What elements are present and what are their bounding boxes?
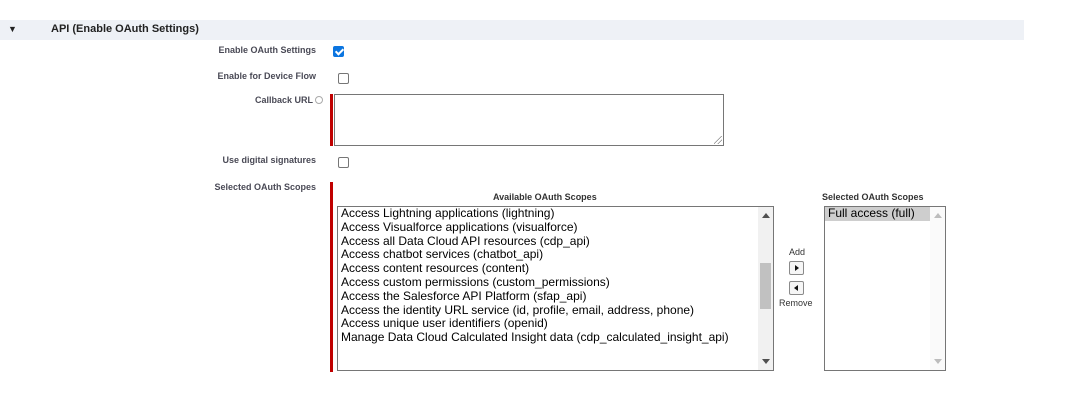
selected-scopes-title: Selected OAuth Scopes	[822, 192, 924, 202]
scope-option[interactable]: Manage Data Cloud Calculated Insight dat…	[338, 330, 773, 345]
scope-option[interactable]: Access chatbot services (chatbot_api)	[338, 248, 773, 262]
scope-option[interactable]: Access content resources (content)	[338, 261, 773, 276]
available-scopes-title: Available OAuth Scopes	[493, 192, 597, 202]
callback-url-label: Callback URL	[254, 95, 313, 105]
available-scopes-listbox[interactable]: Access Lightning applications (lightning…	[337, 206, 774, 371]
scope-option[interactable]: Access all Data Cloud API resources (cdp…	[338, 234, 773, 249]
digital-signatures-label: Use digital signatures	[222, 155, 316, 165]
scope-option[interactable]: Access custom permissions (custom_permis…	[338, 275, 773, 290]
enable-oauth-checkbox[interactable]	[333, 46, 344, 57]
scroll-up-icon[interactable]	[762, 213, 770, 218]
scroll-down-icon[interactable]	[762, 359, 770, 364]
selected-scopes-options: Full access (full)	[825, 207, 945, 221]
scroll-thumb[interactable]	[760, 263, 771, 309]
scope-option[interactable]: Access the identity URL service (id, pro…	[338, 303, 773, 318]
collapse-toggle-icon[interactable]: ▼	[8, 24, 17, 34]
digital-signatures-checkbox[interactable]	[338, 157, 349, 168]
info-icon[interactable]	[315, 95, 323, 104]
section-title: API (Enable OAuth Settings)	[51, 23, 199, 35]
callback-url-textarea[interactable]	[334, 94, 724, 146]
scroll-up-icon	[934, 213, 942, 218]
available-scopes-scrollbar[interactable]	[758, 207, 773, 370]
add-label: Add	[789, 247, 806, 257]
available-scopes-options: Access Lightning applications (lightning…	[338, 207, 773, 345]
remove-button[interactable]	[789, 281, 804, 295]
selected-scopes-scrollbar	[930, 207, 945, 370]
scope-option[interactable]: Access Visualforce applications (visualf…	[338, 220, 773, 235]
oauth-scopes-label: Selected OAuth Scopes	[214, 182, 316, 192]
arrow-right-icon	[795, 265, 799, 271]
selected-scopes-listbox[interactable]: Full access (full)	[824, 206, 946, 371]
remove-label: Remove	[779, 298, 813, 308]
section-header: ▼ API (Enable OAuth Settings)	[0, 20, 1024, 40]
arrow-left-icon	[794, 285, 798, 291]
resize-grip-icon[interactable]	[714, 136, 722, 144]
scroll-down-icon	[934, 359, 942, 364]
enable-oauth-label: Enable OAuth Settings	[218, 45, 316, 55]
add-button[interactable]	[789, 261, 804, 275]
device-flow-label: Enable for Device Flow	[217, 71, 316, 81]
scope-option[interactable]: Access Lightning applications (lightning…	[338, 207, 773, 221]
callback-url-label-wrap: Callback URL	[255, 95, 323, 105]
device-flow-checkbox[interactable]	[338, 73, 349, 84]
scope-option[interactable]: Access unique user identifiers (openid)	[338, 317, 773, 331]
scope-option[interactable]: Access the Salesforce API Platform (sfap…	[338, 289, 773, 304]
scope-option[interactable]: Full access (full)	[825, 207, 945, 221]
required-indicator	[330, 94, 333, 146]
required-indicator	[330, 182, 333, 372]
